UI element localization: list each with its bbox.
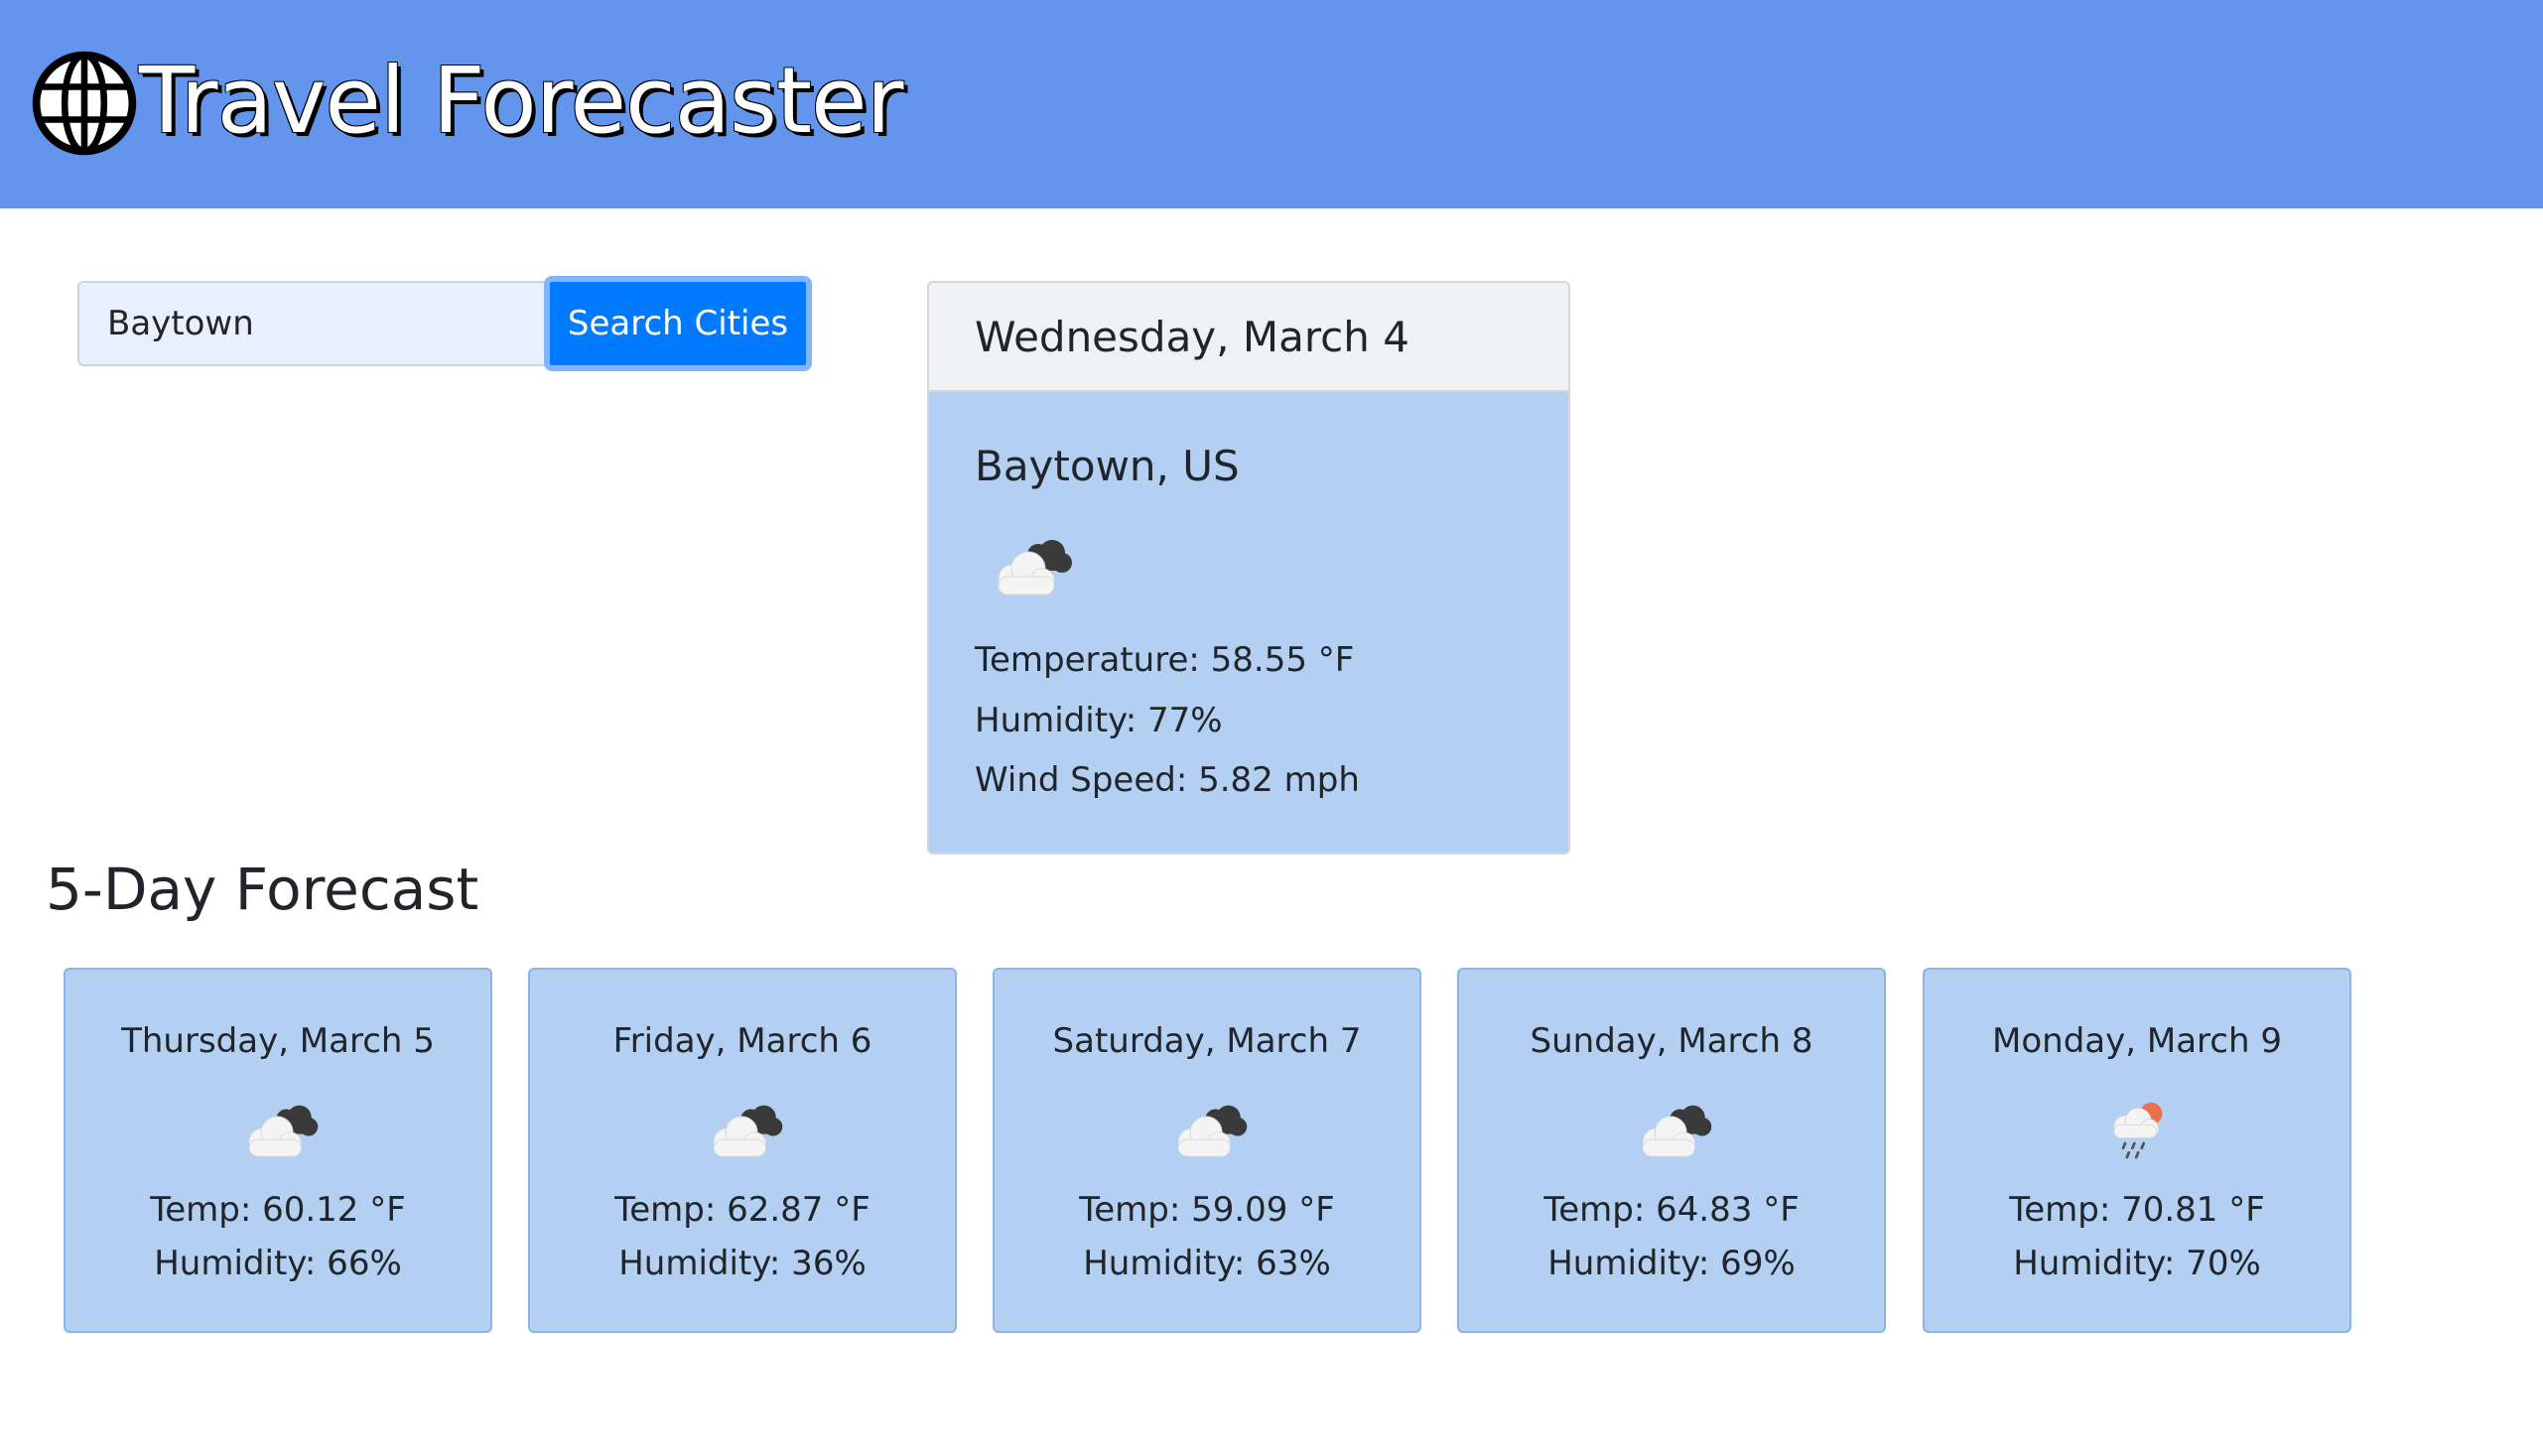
forecast-card-day-5: Monday, March 9 Temp: 70.81 °F Humidity:… (1923, 968, 2351, 1333)
broken-clouds-icon (713, 1105, 783, 1157)
forecast-card-day-2: Friday, March 6 Temp: 62.87 °F Humidity:… (528, 968, 957, 1333)
forecast-card-day-1: Thursday, March 5 Temp: 60.12 °F Humidit… (64, 968, 492, 1333)
forecast-humidity: Humidity: 36% (618, 1244, 867, 1283)
app-header: Travel Forecaster (0, 0, 2543, 208)
forecast-temp: Temp: 59.09 °F (1079, 1190, 1335, 1230)
forecast-date: Friday, March 6 (612, 1021, 872, 1061)
city-search-input[interactable] (77, 281, 544, 366)
globe-icon (32, 51, 137, 156)
rain-icon (2113, 1102, 2163, 1159)
forecast-humidity: Humidity: 66% (154, 1244, 402, 1283)
forecast-humidity: Humidity: 69% (1547, 1244, 1796, 1283)
broken-clouds-icon (1642, 1105, 1712, 1157)
current-weather-card: Wednesday, March 4 Baytown, US Temperatu… (927, 281, 1570, 855)
forecast-temp: Temp: 64.83 °F (1543, 1190, 1800, 1230)
app-title: Travel Forecaster (139, 48, 903, 154)
forecast-date: Monday, March 9 (1992, 1021, 2282, 1061)
forecast-temp: Temp: 70.81 °F (2009, 1190, 2265, 1230)
current-wind-speed: Wind Speed: 5.82 mph (975, 760, 1360, 800)
forecast-card-day-4: Sunday, March 8 Temp: 64.83 °F Humidity:… (1457, 968, 1886, 1333)
forecast-temp: Temp: 62.87 °F (614, 1190, 870, 1230)
forecast-humidity: Humidity: 63% (1083, 1244, 1331, 1283)
forecast-date: Sunday, March 8 (1530, 1021, 1813, 1061)
broken-clouds-icon (998, 540, 1072, 596)
search-cities-button[interactable]: Search Cities (544, 276, 812, 371)
forecast-temp: Temp: 60.12 °F (150, 1190, 406, 1230)
current-date: Wednesday, March 4 (929, 283, 1568, 392)
forecast-card-day-3: Saturday, March 7 Temp: 59.09 °F Humidit… (993, 968, 1421, 1333)
current-humidity: Humidity: 77% (975, 701, 1223, 740)
forecast-humidity: Humidity: 70% (2013, 1244, 2261, 1283)
current-temperature: Temperature: 58.55 °F (975, 640, 1355, 680)
broken-clouds-icon (248, 1105, 319, 1157)
forecast-date: Saturday, March 7 (1052, 1021, 1362, 1061)
current-city: Baytown, US (975, 442, 1240, 490)
forecast-heading: 5-Day Forecast (46, 856, 479, 923)
broken-clouds-icon (1177, 1105, 1248, 1157)
forecast-date: Thursday, March 5 (121, 1021, 435, 1061)
